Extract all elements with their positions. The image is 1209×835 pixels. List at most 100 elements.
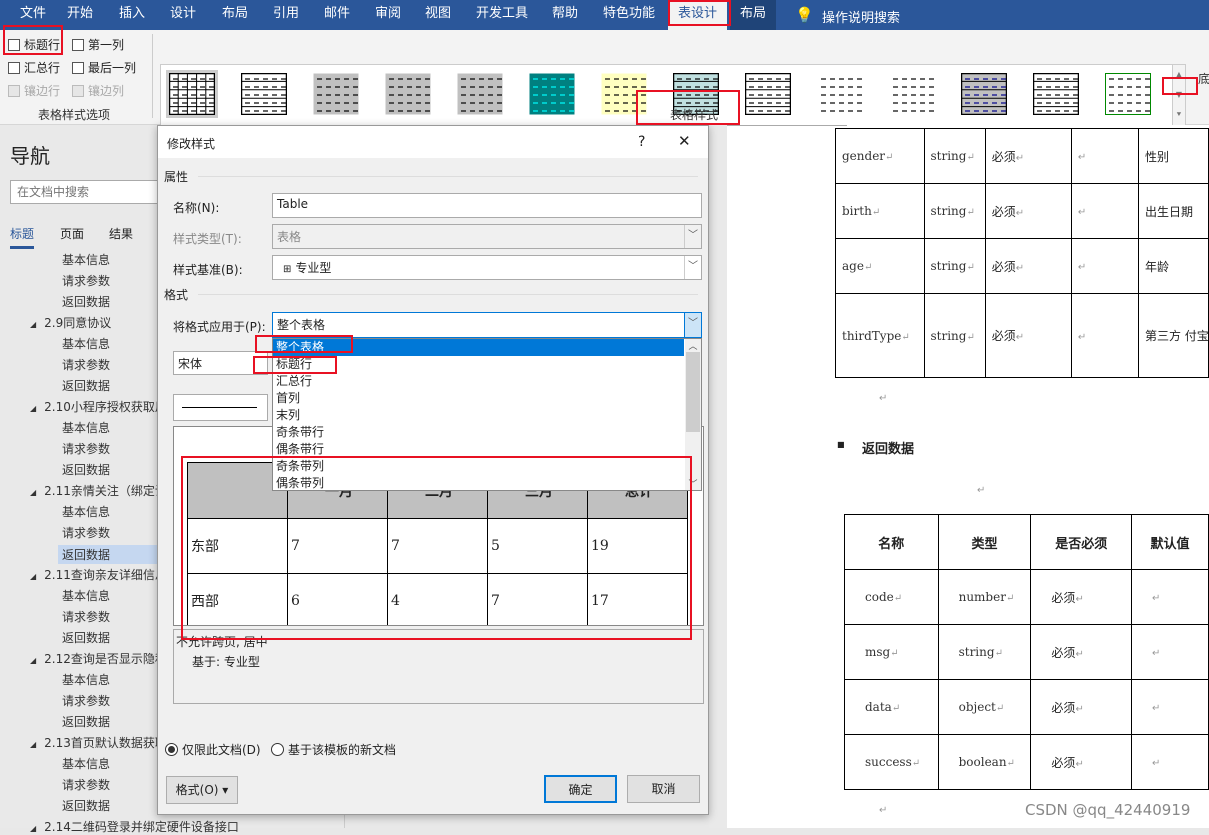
name-label: 名称(N):: [173, 201, 220, 215]
apply-to-option[interactable]: 奇条带列: [273, 458, 701, 475]
ribbon-tab[interactable]: 插入: [109, 0, 155, 30]
nav-search-input[interactable]: [10, 180, 160, 204]
apply-to-option[interactable]: 末列: [273, 407, 701, 424]
scroll-thumb[interactable]: [686, 352, 700, 432]
table-style-thumbnail[interactable]: [817, 73, 863, 115]
cancel-button[interactable]: 取消: [627, 775, 700, 803]
based-on-select[interactable]: ⊞ 专业型 ﹀: [272, 255, 702, 280]
apply-to-option[interactable]: 标题行: [273, 356, 701, 373]
nav-tab-pages[interactable]: 页面: [60, 225, 84, 242]
table-icon: ⊞: [283, 264, 292, 275]
nav-heading[interactable]: ◢ 2.9同意协议: [30, 314, 111, 331]
nav-subheading[interactable]: 返回数据: [62, 629, 110, 646]
table-style-thumbnail[interactable]: [529, 73, 575, 115]
apply-to-option[interactable]: 整个表格: [273, 339, 684, 356]
format-menu-button[interactable]: 格式(O) ▾: [166, 776, 238, 804]
nav-subheading[interactable]: 返回数据: [62, 377, 110, 394]
nav-subheading[interactable]: 基本信息: [62, 587, 110, 604]
nav-subheading[interactable]: 基本信息: [62, 251, 110, 268]
ribbon-tab[interactable]: 文件: [10, 0, 56, 30]
help-button[interactable]: ?: [638, 134, 645, 150]
name-input[interactable]: Table: [272, 193, 702, 218]
nav-subheading[interactable]: 请求参数: [62, 776, 110, 793]
table-style-thumbnail[interactable]: [457, 73, 503, 115]
header-row-checkbox[interactable]: 标题行: [8, 36, 60, 53]
nav-subheading[interactable]: 返回数据: [62, 797, 110, 814]
nav-subheading[interactable]: 返回数据: [62, 713, 110, 730]
apply-to-select[interactable]: 整个表格 ﹀: [272, 312, 702, 338]
nav-subheading[interactable]: 请求参数: [62, 524, 110, 541]
list-scrollbar[interactable]: ︿ ﹀: [685, 339, 701, 490]
table-style-thumbnail[interactable]: [889, 73, 935, 115]
ribbon-tab[interactable]: 设计: [160, 0, 206, 30]
nav-subheading[interactable]: 基本信息: [62, 671, 110, 688]
preview-cell: 5: [487, 518, 588, 574]
first-column-checkbox[interactable]: 第一列: [72, 36, 124, 53]
nav-subheading[interactable]: 基本信息: [62, 335, 110, 352]
nav-subheading[interactable]: 返回数据: [62, 461, 110, 478]
ribbon-tab[interactable]: 布局: [212, 0, 258, 30]
close-button[interactable]: ✕: [678, 132, 691, 150]
table-style-thumbnail[interactable]: [166, 70, 218, 118]
last-column-checkbox[interactable]: 最后一列: [72, 59, 136, 76]
doc-table-cell: 性别: [1137, 128, 1209, 184]
table-style-thumbnail[interactable]: [313, 73, 359, 115]
apply-to-option[interactable]: 偶条带行: [273, 441, 701, 458]
table-style-thumbnail[interactable]: [960, 72, 1008, 116]
nav-tab-headings[interactable]: 标题: [10, 225, 35, 249]
new-documents-template-radio[interactable]: 基于该模板的新文档: [271, 741, 396, 758]
nav-subheading[interactable]: 返回数据: [62, 293, 110, 310]
nav-subheading[interactable]: 请求参数: [62, 272, 110, 289]
apply-to-option[interactable]: 汇总行: [273, 373, 701, 390]
font-select[interactable]: 宋体: [173, 351, 268, 375]
only-this-document-radio[interactable]: 仅限此文档(D): [165, 741, 261, 758]
nav-heading[interactable]: ◢ 2.14二维码登录并绑定硬件设备接口: [30, 818, 239, 835]
apply-to-dropdown-list[interactable]: 整个表格 标题行 汇总行 首列 末列 奇条带行 偶条带行 奇条带列 偶条带列 ︿ ﹀: [272, 338, 702, 491]
shading-button[interactable]: 底: [1198, 70, 1209, 87]
ribbon-tab[interactable]: 视图: [415, 0, 461, 30]
table-style-thumbnail[interactable]: [744, 72, 792, 116]
nav-subheading[interactable]: 请求参数: [62, 608, 110, 625]
banded-columns-checkbox[interactable]: 镶边列: [72, 82, 124, 99]
nav-subheading[interactable]: 请求参数: [62, 356, 110, 373]
ribbon-tab[interactable]: 特色功能: [593, 0, 665, 30]
gallery-more-icon[interactable]: ⯆: [1173, 105, 1185, 125]
table-style-thumbnail[interactable]: [1032, 72, 1080, 116]
ribbon-tab[interactable]: 帮助: [542, 0, 588, 30]
nav-tab-results[interactable]: 结果: [109, 225, 133, 242]
apply-to-option[interactable]: 首列: [273, 390, 701, 407]
nav-subheading[interactable]: 返回数据: [58, 545, 158, 564]
apply-to-option[interactable]: 偶条带列: [273, 475, 701, 492]
table-style-thumbnail[interactable]: [240, 72, 288, 116]
border-style-select[interactable]: [173, 394, 268, 421]
nav-subheading[interactable]: 请求参数: [62, 692, 110, 709]
table-style-thumbnail[interactable]: [1105, 73, 1151, 115]
banded-rows-checkbox[interactable]: 镶边行: [8, 82, 60, 99]
nav-heading[interactable]: ◢ 2.12查询是否显示隐私: [30, 650, 167, 667]
nav-subheading[interactable]: 请求参数: [62, 440, 110, 457]
scroll-up-icon[interactable]: ▲: [1173, 65, 1185, 85]
ribbon-tab[interactable]: 开发工具: [466, 0, 538, 30]
gallery-scroll[interactable]: ▲ ▼ ⯆: [1172, 64, 1186, 126]
collapse-triangle-icon: ◢: [30, 488, 37, 497]
ribbon-tab[interactable]: 开始: [57, 0, 103, 30]
ribbon-tab[interactable]: 布局: [730, 0, 777, 30]
nav-subheading[interactable]: 基本信息: [62, 419, 110, 436]
tell-me-search[interactable]: 操作说明搜索: [822, 7, 900, 26]
nav-heading[interactable]: ◢ 2.11查询亲友详细信息: [30, 566, 167, 583]
ribbon-tab[interactable]: 审阅: [365, 0, 411, 30]
nav-heading[interactable]: ◢ 2.13首页默认数据获取: [30, 734, 167, 751]
table-style-thumbnail[interactable]: [385, 73, 431, 115]
style-type-select[interactable]: 表格 ﹀: [272, 224, 702, 249]
ribbon-tab[interactable]: 表设计: [668, 0, 728, 30]
nav-subheading[interactable]: 基本信息: [62, 503, 110, 520]
table-style-thumbnail[interactable]: [601, 73, 647, 115]
scroll-down-icon[interactable]: ▼: [1173, 85, 1185, 105]
ribbon-tab[interactable]: 邮件: [314, 0, 360, 30]
nav-subheading[interactable]: 基本信息: [62, 755, 110, 772]
total-row-checkbox[interactable]: 汇总行: [8, 59, 60, 76]
ribbon-tab[interactable]: 引用: [263, 0, 309, 30]
ok-button[interactable]: 确定: [544, 775, 617, 803]
apply-to-option[interactable]: 奇条带行: [273, 424, 701, 441]
doc-table-cell: 必须↵: [1030, 624, 1133, 680]
